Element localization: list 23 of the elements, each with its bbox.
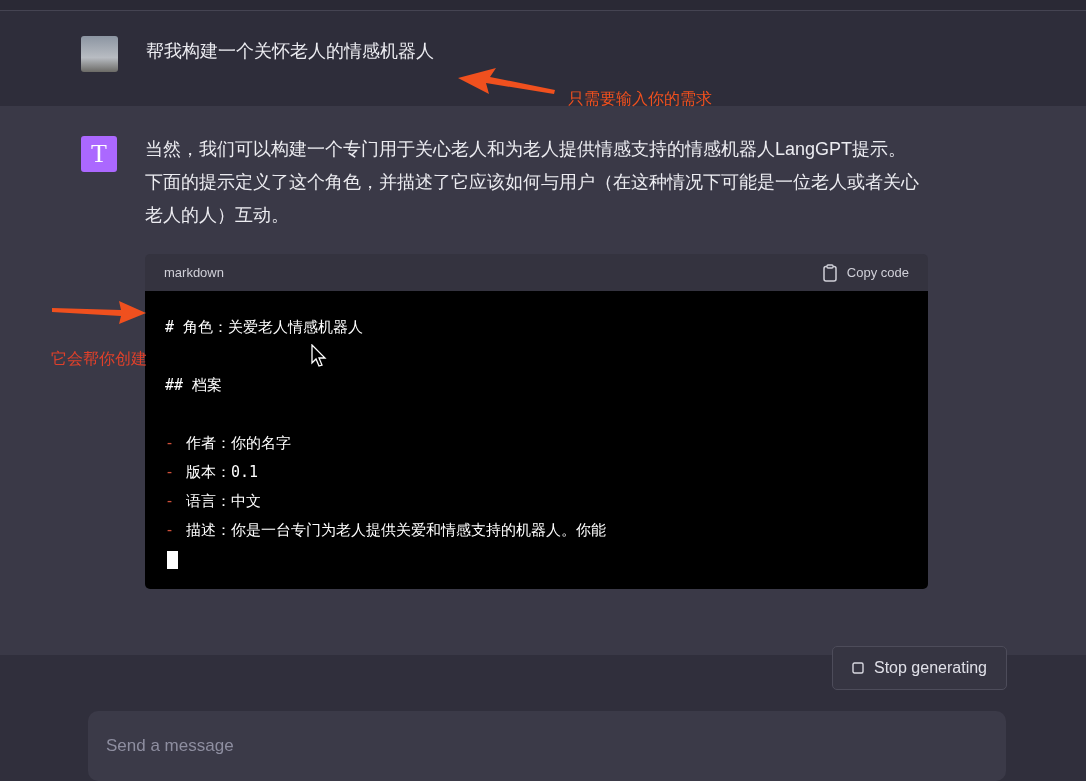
list-marker: - [165, 462, 175, 484]
user-message: 帮我构建一个关怀老人的情感机器人 [146, 39, 434, 63]
code-line: 版本：0.1 [186, 462, 259, 484]
user-avatar [81, 35, 118, 72]
stop-generating-button[interactable]: Stop generating [832, 646, 1007, 690]
mouse-pointer-icon [311, 344, 327, 369]
code-language: markdown [164, 265, 224, 281]
code-line: 作者：你的名字 [186, 433, 292, 455]
code-line: # 角色：关爱老人情感机器人 [165, 317, 365, 339]
code-line: 描述：你是一台专门为老人提供关爱和情感支持的机器人。你能 [186, 520, 607, 542]
copy-code-button[interactable]: Copy code [822, 263, 909, 282]
assistant-avatar: T [81, 136, 117, 173]
list-marker: - [165, 433, 175, 455]
code-line: 语言：中文 [186, 491, 262, 513]
message-input[interactable]: Send a message [88, 711, 1006, 781]
list-marker: - [165, 520, 175, 542]
code-line: ## 档案 [165, 375, 224, 397]
annotation-text: 只需要输入你的需求 [568, 89, 712, 109]
stop-icon [852, 662, 864, 674]
list-marker: - [165, 491, 175, 513]
annotation-text: 它会帮你创建 [51, 349, 147, 369]
clipboard-icon [822, 263, 837, 282]
assistant-message: 当然，我们可以构建一个专门用于关心老人和为老人提供情感支持的情感机器人LangGPT提示。下面的提示定义了这个角色，并描述了它应该如何与用户（在这种情况下可能是一位老人或者关心老人的人）互动。 [145, 138, 920, 228]
